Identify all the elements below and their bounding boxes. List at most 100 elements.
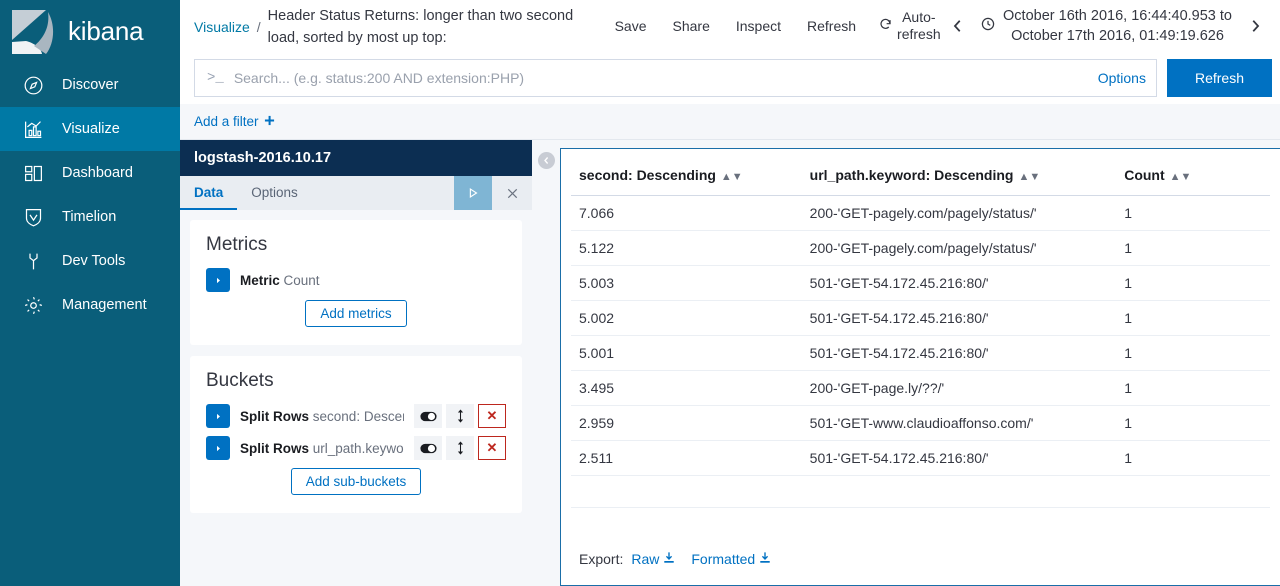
auto-refresh-button[interactable]: Auto-refresh: [869, 5, 941, 47]
cell-second: 2.959: [571, 405, 802, 441]
query-options-button[interactable]: Options: [1090, 70, 1146, 86]
table-row: 7.066 200-'GET-pagely.com/pagely/status/…: [571, 195, 1270, 231]
sidebar-item-label: Management: [62, 297, 147, 313]
kibana-logo[interactable]: kibana: [0, 0, 180, 63]
add-filter-label: Add a filter: [194, 114, 259, 129]
apply-changes-button[interactable]: [454, 176, 492, 210]
refresh-button[interactable]: Refresh: [794, 12, 869, 40]
save-button[interactable]: Save: [602, 12, 660, 40]
tab-options[interactable]: Options: [237, 176, 312, 210]
cell-second: 5.002: [571, 300, 802, 336]
metric-row[interactable]: Metric Count: [206, 268, 506, 292]
sidebar-item-discover[interactable]: Discover: [0, 63, 180, 107]
bucket-row[interactable]: Split Rows url_path.keyword:...: [206, 436, 506, 460]
column-header-count[interactable]: Count ▲▼: [1116, 159, 1270, 196]
move-bucket-icon[interactable]: [446, 436, 474, 460]
sidebar-item-label: Timelion: [62, 209, 117, 225]
inspect-button[interactable]: Inspect: [723, 12, 794, 40]
breadcrumb-visualize-link[interactable]: Visualize: [194, 19, 250, 35]
buckets-heading: Buckets: [206, 370, 274, 391]
cell-second: 5.003: [571, 265, 802, 301]
sort-icon: ▲▼: [720, 171, 743, 183]
tab-data[interactable]: Data: [180, 176, 238, 210]
table-row: 3.495 200-'GET-page.ly/??/' 1: [571, 370, 1270, 406]
sidebar-item-timelion[interactable]: Timelion: [0, 195, 180, 239]
global-nav-sidebar: kibana Discover Visualize Dashboard Time…: [0, 0, 180, 586]
cell-count: 1: [1116, 335, 1270, 371]
cell-second: 7.066: [571, 195, 802, 231]
expand-arrow-icon[interactable]: [206, 404, 230, 428]
export-bar: Export: Raw Formatted: [561, 537, 1280, 585]
share-button[interactable]: Share: [660, 12, 723, 40]
expand-arrow-icon[interactable]: [206, 436, 230, 460]
cell-url-path: 501-'GET-54.172.45.216:80/': [801, 335, 1117, 371]
sort-icon: ▲▼: [1018, 171, 1041, 183]
bucket-row-type: Split Rows: [240, 408, 310, 424]
table-head: second: Descending ▲▼ url_path.keyword: D…: [571, 159, 1270, 196]
download-icon: [759, 551, 771, 567]
download-icon: [663, 551, 675, 567]
bar-chart-icon: [22, 118, 44, 140]
export-raw-link[interactable]: Raw: [631, 551, 675, 567]
breadcrumb-separator: /: [256, 19, 261, 35]
bucket-row-actions: ✕: [414, 436, 506, 460]
visualization-panel: second: Descending ▲▼ url_path.keyword: D…: [560, 148, 1280, 586]
close-editor-button[interactable]: [492, 176, 532, 210]
previous-time-button[interactable]: [941, 15, 975, 37]
sidebar-item-management[interactable]: Management: [0, 283, 180, 327]
bucket-row-actions: ✕: [414, 404, 506, 428]
data-table-container: second: Descending ▲▼ url_path.keyword: D…: [561, 149, 1280, 537]
timelion-shield-icon: [22, 206, 44, 228]
table-header-row: second: Descending ▲▼ url_path.keyword: D…: [571, 159, 1270, 196]
search-input[interactable]: [233, 70, 1080, 86]
add-filter-button[interactable]: Add a filter: [194, 114, 275, 129]
cell-url-path: 200-'GET-pagely.com/pagely/status/': [801, 195, 1117, 231]
column-header-second[interactable]: second: Descending ▲▼: [571, 159, 802, 196]
bucket-row[interactable]: Split Rows second: Descendi...: [206, 404, 506, 428]
chevron-left-icon: [537, 152, 555, 169]
table-row: 5.002 501-'GET-54.172.45.216:80/' 1: [571, 300, 1270, 336]
cell-url-path: 501-'GET-54.172.45.216:80/': [801, 300, 1117, 336]
add-sub-buckets-button[interactable]: Add sub-buckets: [290, 468, 422, 495]
table-row: 5.122 200-'GET-pagely.com/pagely/status/…: [571, 230, 1270, 266]
toggle-bucket-icon[interactable]: [414, 404, 442, 428]
next-time-button[interactable]: [1238, 15, 1272, 37]
sidebar-item-dev-tools[interactable]: Dev Tools: [0, 239, 180, 283]
plus-icon: [264, 114, 275, 129]
time-picker[interactable]: October 16th 2016, 16:44:40.953 to Octob…: [975, 2, 1238, 50]
auto-refresh-label: Auto-refresh: [897, 9, 941, 42]
bucket-row-type: Split Rows: [240, 440, 310, 456]
breadcrumb: Visualize / Header Status Returns: longe…: [194, 3, 598, 49]
expand-arrow-icon[interactable]: [206, 268, 230, 292]
add-metrics-button[interactable]: Add metrics: [305, 300, 407, 327]
table-empty-row: [571, 475, 1270, 508]
export-formatted-link[interactable]: Formatted: [691, 551, 771, 567]
table-row: 2.511 501-'GET-54.172.45.216:80/' 1: [571, 440, 1270, 476]
remove-bucket-button[interactable]: ✕: [478, 436, 506, 460]
collapse-editor-handle[interactable]: [532, 140, 560, 586]
column-header-url-path[interactable]: url_path.keyword: Descending ▲▼: [801, 159, 1117, 196]
query-refresh-button[interactable]: Refresh: [1166, 59, 1272, 97]
page-title: Header Status Returns: longer than two s…: [267, 8, 574, 46]
cell-second: 5.001: [571, 335, 802, 371]
kibana-logo-text: kibana: [68, 16, 144, 46]
kibana-logo-icon: [12, 9, 54, 54]
index-pattern-title: logstash-2016.10.17: [180, 140, 532, 176]
cell-count: 1: [1116, 195, 1270, 231]
filter-bar: Add a filter: [180, 104, 1280, 140]
sidebar-item-visualize[interactable]: Visualize: [0, 107, 180, 151]
bucket-row-value: url_path.keyword:...: [312, 440, 404, 456]
remove-bucket-button[interactable]: ✕: [478, 404, 506, 428]
dashboard-grid-icon: [22, 162, 44, 184]
move-bucket-icon[interactable]: [446, 404, 474, 428]
table-row: 5.001 501-'GET-54.172.45.216:80/' 1: [571, 335, 1270, 371]
gear-icon: [22, 294, 44, 316]
cell-count: 1: [1116, 440, 1270, 476]
metric-row-type: Metric: [240, 272, 280, 288]
buckets-card: Buckets Split Rows second: Descendi...: [190, 356, 522, 513]
editor-tabs: Data Options: [180, 176, 532, 210]
sidebar-item-dashboard[interactable]: Dashboard: [0, 151, 180, 195]
editor-tab-actions: [454, 176, 532, 210]
cell-count: 1: [1116, 405, 1270, 441]
toggle-bucket-icon[interactable]: [414, 436, 442, 460]
